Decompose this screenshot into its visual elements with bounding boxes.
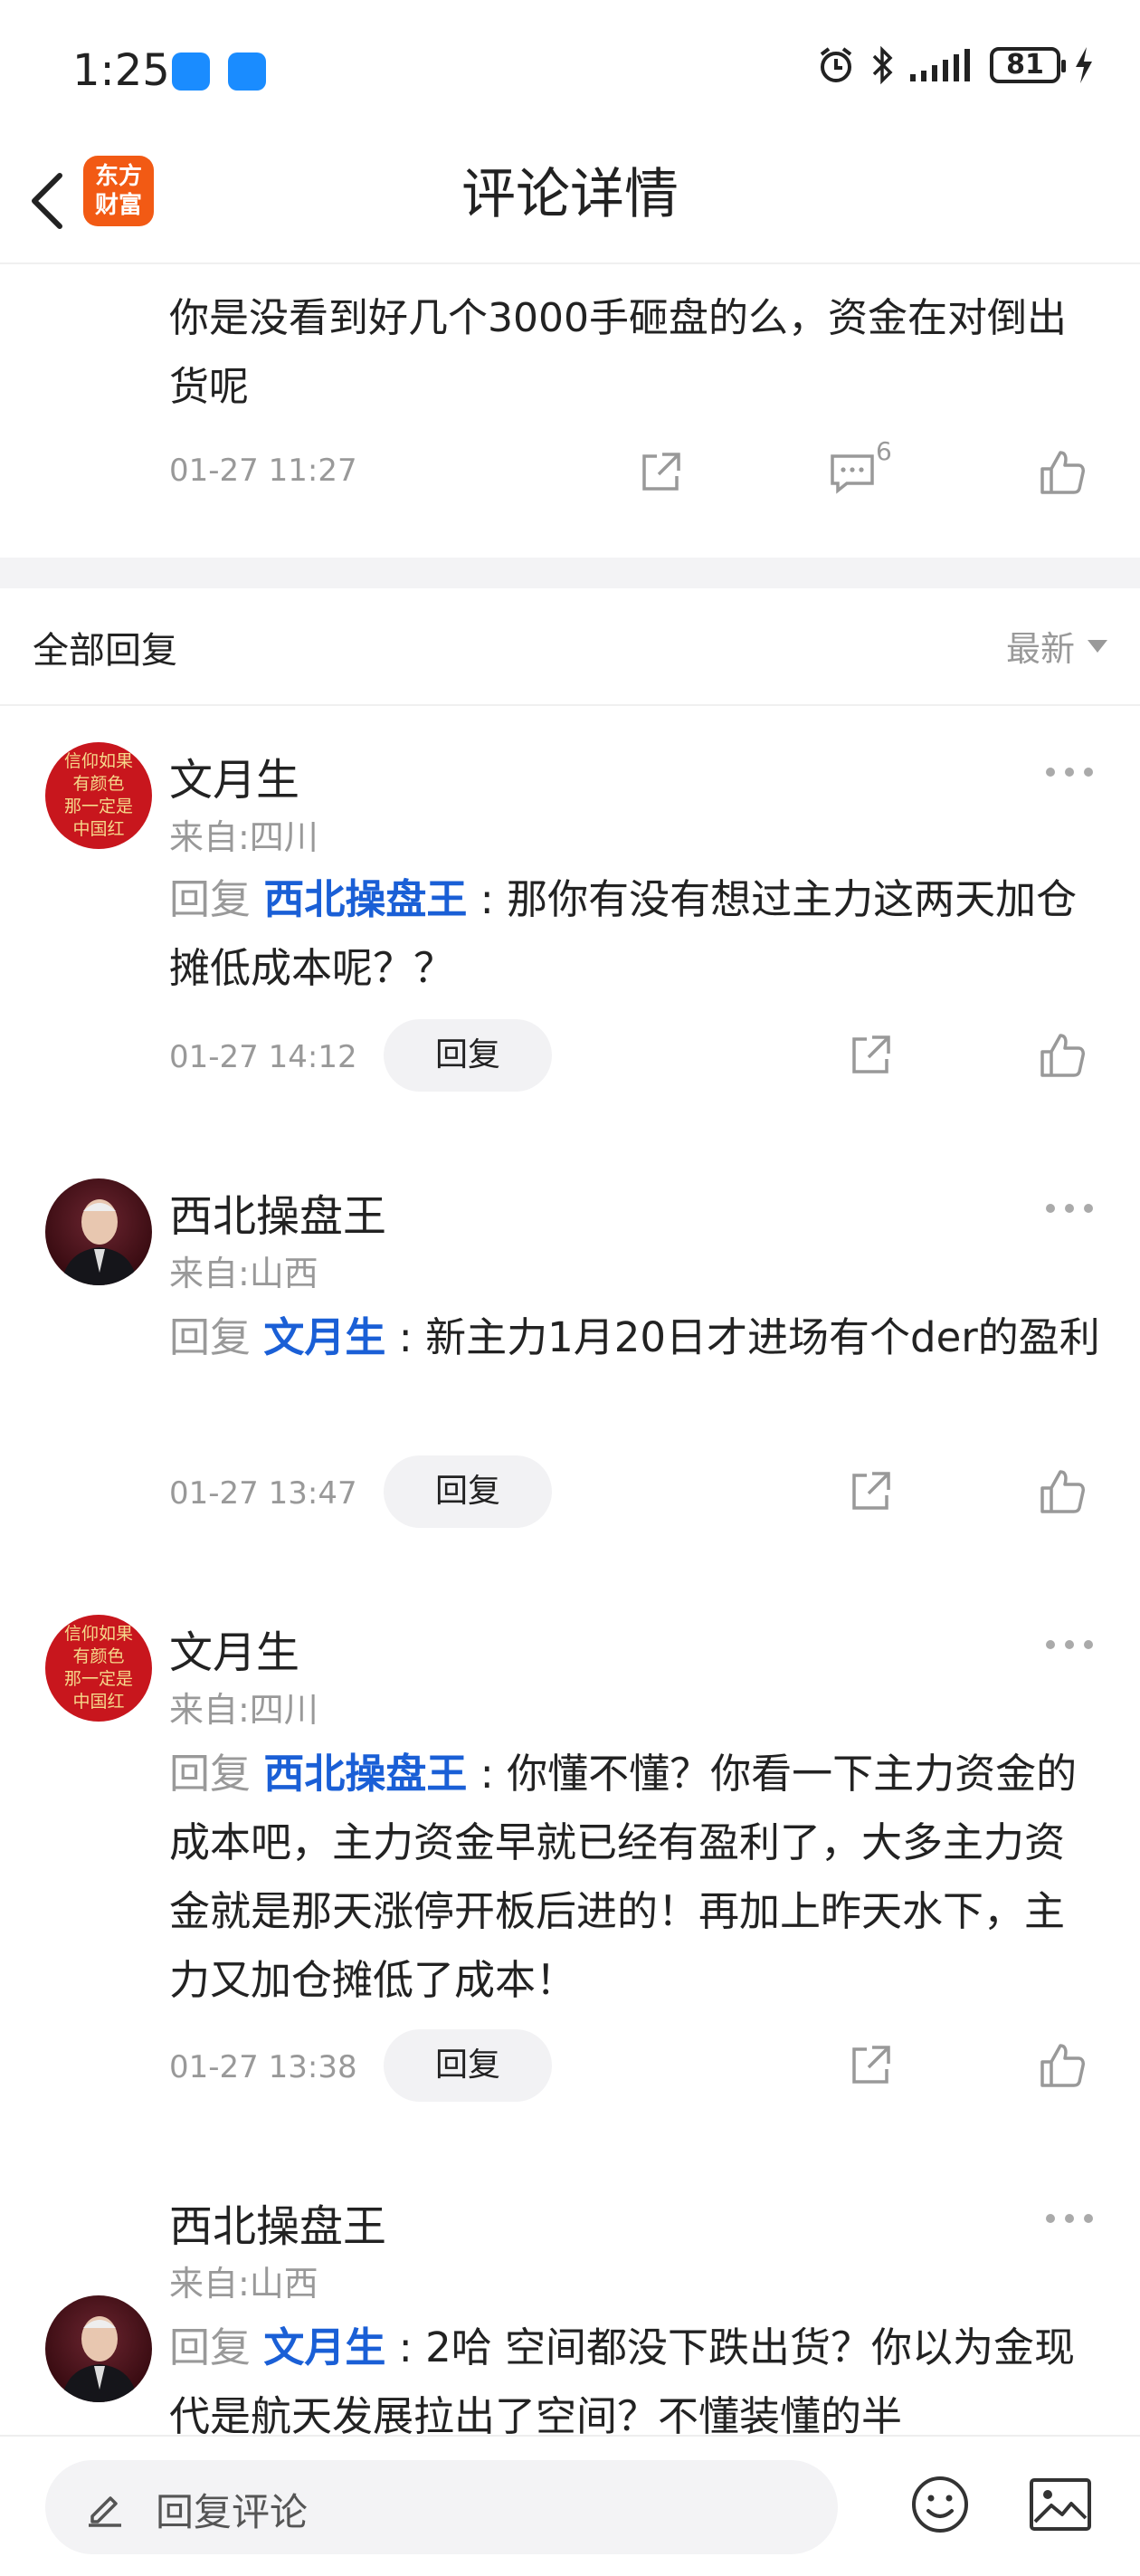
edit-pencil-icon <box>89 2496 121 2527</box>
battery-indicator: 81 <box>990 47 1066 83</box>
more-icon[interactable] <box>1046 1640 1093 1653</box>
emoji-icon[interactable] <box>908 2473 972 2536</box>
more-icon[interactable] <box>1046 768 1093 780</box>
reply-author[interactable]: 文月生 <box>169 744 299 807</box>
reply-button[interactable]: 回复 <box>384 1019 552 1092</box>
avatar[interactable] <box>45 1178 152 1285</box>
share-icon[interactable] <box>845 1466 896 1517</box>
avatar[interactable] <box>45 2295 152 2402</box>
reply-button[interactable]: 回复 <box>384 2029 552 2102</box>
signal-icon <box>910 49 970 81</box>
portrait-image <box>62 2316 138 2402</box>
reply-button[interactable]: 回复 <box>384 1455 552 1528</box>
reply-time: 01-27 13:38 <box>169 2049 357 2085</box>
section-divider <box>0 558 1140 588</box>
like-icon[interactable] <box>1037 447 1088 498</box>
mention-link[interactable]: 文月生 <box>263 1313 385 1361</box>
avatar[interactable]: 信仰如果 有颜色 那一定是 中国红 <box>45 1615 152 1722</box>
page-title: 评论详情 <box>461 163 679 226</box>
triangle-down-icon <box>1088 639 1107 653</box>
status-indicators: 81 <box>816 45 1095 85</box>
sort-dropdown[interactable]: 最新 <box>1006 621 1107 671</box>
reply-input-placeholder[interactable]: 回复评论 <box>156 2482 308 2537</box>
like-icon[interactable] <box>1037 1466 1088 1517</box>
header-rule <box>0 704 1140 706</box>
main-comment-time: 01-27 11:27 <box>169 453 357 489</box>
reply-text: 回复 西北操盘王 : 那你有没有想过主力这两天加仓摊低成本呢？？ <box>169 875 1078 992</box>
reply-time: 01-27 13:47 <box>169 1475 357 1512</box>
message-app-icon <box>172 52 210 91</box>
share-icon[interactable] <box>845 1030 896 1081</box>
reply-origin: 来自:四川 <box>169 817 318 857</box>
share-icon[interactable] <box>845 2040 896 2091</box>
reply-text: 回复 文月生 : 新主力1月20日才进场有个der的盈利 <box>169 1313 1100 1361</box>
comment-count: 6 <box>876 436 892 466</box>
mention-link[interactable]: 西北操盘王 <box>263 1750 467 1798</box>
mention-link[interactable]: 西北操盘王 <box>263 875 467 923</box>
share-icon[interactable] <box>635 447 686 498</box>
all-replies-title: 全部回复 <box>33 630 177 672</box>
reply-text: 回复 西北操盘王 : 你懂不懂？你看一下主力资金的成本吧，主力资金早就已经有盈利… <box>169 1750 1078 2004</box>
reply-origin: 来自:四川 <box>169 1690 318 1730</box>
charging-icon <box>1076 47 1092 83</box>
reply-origin: 来自:山西 <box>169 1254 318 1293</box>
more-icon[interactable] <box>1046 2214 1093 2227</box>
sort-label: 最新 <box>1005 629 1075 669</box>
alarm-icon <box>820 47 852 82</box>
reply-origin: 来自:山西 <box>169 2264 318 2304</box>
like-icon[interactable] <box>1037 1030 1088 1081</box>
image-icon[interactable] <box>1028 2476 1093 2533</box>
reply-text: 回复 文月生 : 2哈 空间都没下跌出货？你以为金现代是航天发展拉出了空间？不懂… <box>169 2323 1076 2435</box>
portrait-image <box>62 1199 138 1285</box>
more-icon[interactable] <box>1046 1204 1093 1216</box>
status-time: 1:25 <box>72 45 170 96</box>
reply-time: 01-27 14:12 <box>169 1039 357 1075</box>
avatar[interactable]: 信仰如果 有颜色 那一定是 中国红 <box>45 742 152 849</box>
reply-author[interactable]: 文月生 <box>169 1617 299 1680</box>
bluetooth-icon <box>872 45 893 85</box>
navigation-app-icon <box>228 52 266 91</box>
mention-link[interactable]: 文月生 <box>263 2323 385 2371</box>
main-comment-text: 你是没看到好几个3000手砸盘的么，资金在对倒出货呢 <box>169 295 1067 410</box>
reply-author[interactable]: 西北操盘王 <box>169 1180 386 1244</box>
like-icon[interactable] <box>1037 2040 1088 2091</box>
reply-author[interactable]: 西北操盘王 <box>169 2190 386 2254</box>
comment-icon[interactable] <box>827 447 878 498</box>
